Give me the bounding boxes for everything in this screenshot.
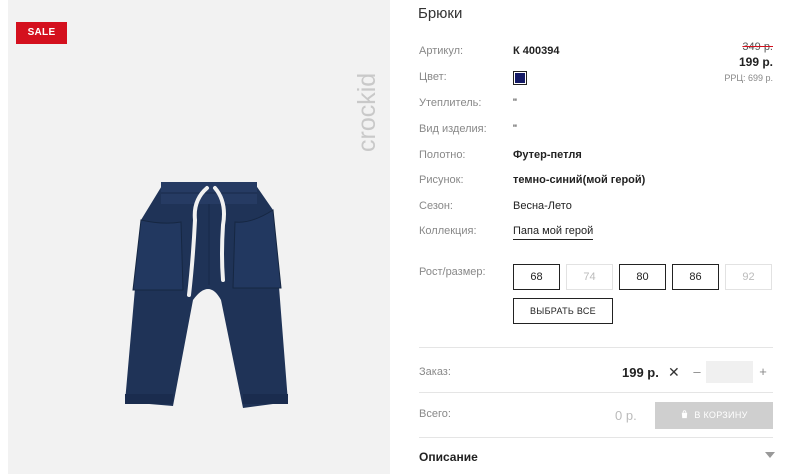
- collection-link[interactable]: Папа мой герой: [513, 225, 594, 240]
- attr-label-article: Артикул:: [419, 45, 464, 57]
- quantity-input[interactable]: [706, 361, 753, 383]
- size-label: Рост/размер:: [419, 266, 486, 278]
- divider: [419, 392, 773, 393]
- color-swatch[interactable]: [513, 71, 527, 85]
- order-price: 199 р.: [622, 365, 659, 380]
- old-price: 349 р.: [742, 41, 773, 53]
- attr-label-season: Сезон:: [419, 200, 453, 212]
- attr-label-collection: Коллекция:: [419, 225, 477, 237]
- size-option-92: 92: [725, 264, 772, 290]
- cart-icon: [682, 410, 688, 419]
- attr-value-pattern: темно-синий(мой герой): [513, 174, 646, 186]
- collection-link-text[interactable]: Папа мой герой: [513, 225, 594, 240]
- size-option-74: 74: [566, 264, 613, 290]
- add-to-cart-button[interactable]: В КОРЗИНУ: [655, 402, 773, 429]
- total-label: Всего:: [419, 408, 451, 420]
- attr-label-pattern: Рисунок:: [419, 174, 464, 186]
- attr-value-insulation: ": [513, 97, 517, 109]
- attr-value-season: Весна-Лето: [513, 200, 572, 212]
- order-label: Заказ:: [419, 366, 451, 378]
- description-toggle[interactable]: Описание: [419, 450, 478, 464]
- chevron-down-icon[interactable]: [764, 450, 776, 460]
- attr-label-insulation: Утеплитель:: [419, 97, 482, 109]
- quantity-minus-button[interactable]: –: [690, 361, 704, 383]
- times-icon: ✕: [668, 364, 680, 380]
- attr-label-item-type: Вид изделия:: [419, 123, 487, 135]
- product-image-area: SALE crockid: [8, 0, 390, 474]
- select-all-button[interactable]: ВЫБРАТЬ ВСЕ: [513, 298, 613, 324]
- attr-value-article: К 400394: [513, 45, 560, 57]
- divider: [419, 347, 773, 348]
- attr-value-fabric: Футер-петля: [513, 149, 582, 161]
- current-price: 199 р.: [738, 55, 773, 69]
- attr-label-fabric: Полотно:: [419, 149, 466, 161]
- attr-value-item-type: ": [513, 123, 517, 135]
- add-to-cart-label: В КОРЗИНУ: [694, 410, 748, 420]
- quantity-plus-button[interactable]: +: [756, 361, 770, 383]
- sale-badge: SALE: [16, 22, 67, 44]
- product-title: Брюки: [418, 5, 463, 22]
- total-price: 0 р.: [615, 408, 637, 423]
- rrp-price: РРЦ: 699 р.: [724, 73, 773, 83]
- product-image: [125, 182, 288, 408]
- size-option-86[interactable]: 86: [672, 264, 719, 290]
- brand-logo: crockid: [356, 73, 380, 152]
- size-option-68[interactable]: 68: [513, 264, 560, 290]
- attr-label-color: Цвет:: [419, 71, 447, 83]
- brand-logo-text: crockid: [356, 73, 380, 152]
- color-swatch-fill: [515, 73, 525, 83]
- divider: [419, 437, 773, 438]
- size-option-80[interactable]: 80: [619, 264, 666, 290]
